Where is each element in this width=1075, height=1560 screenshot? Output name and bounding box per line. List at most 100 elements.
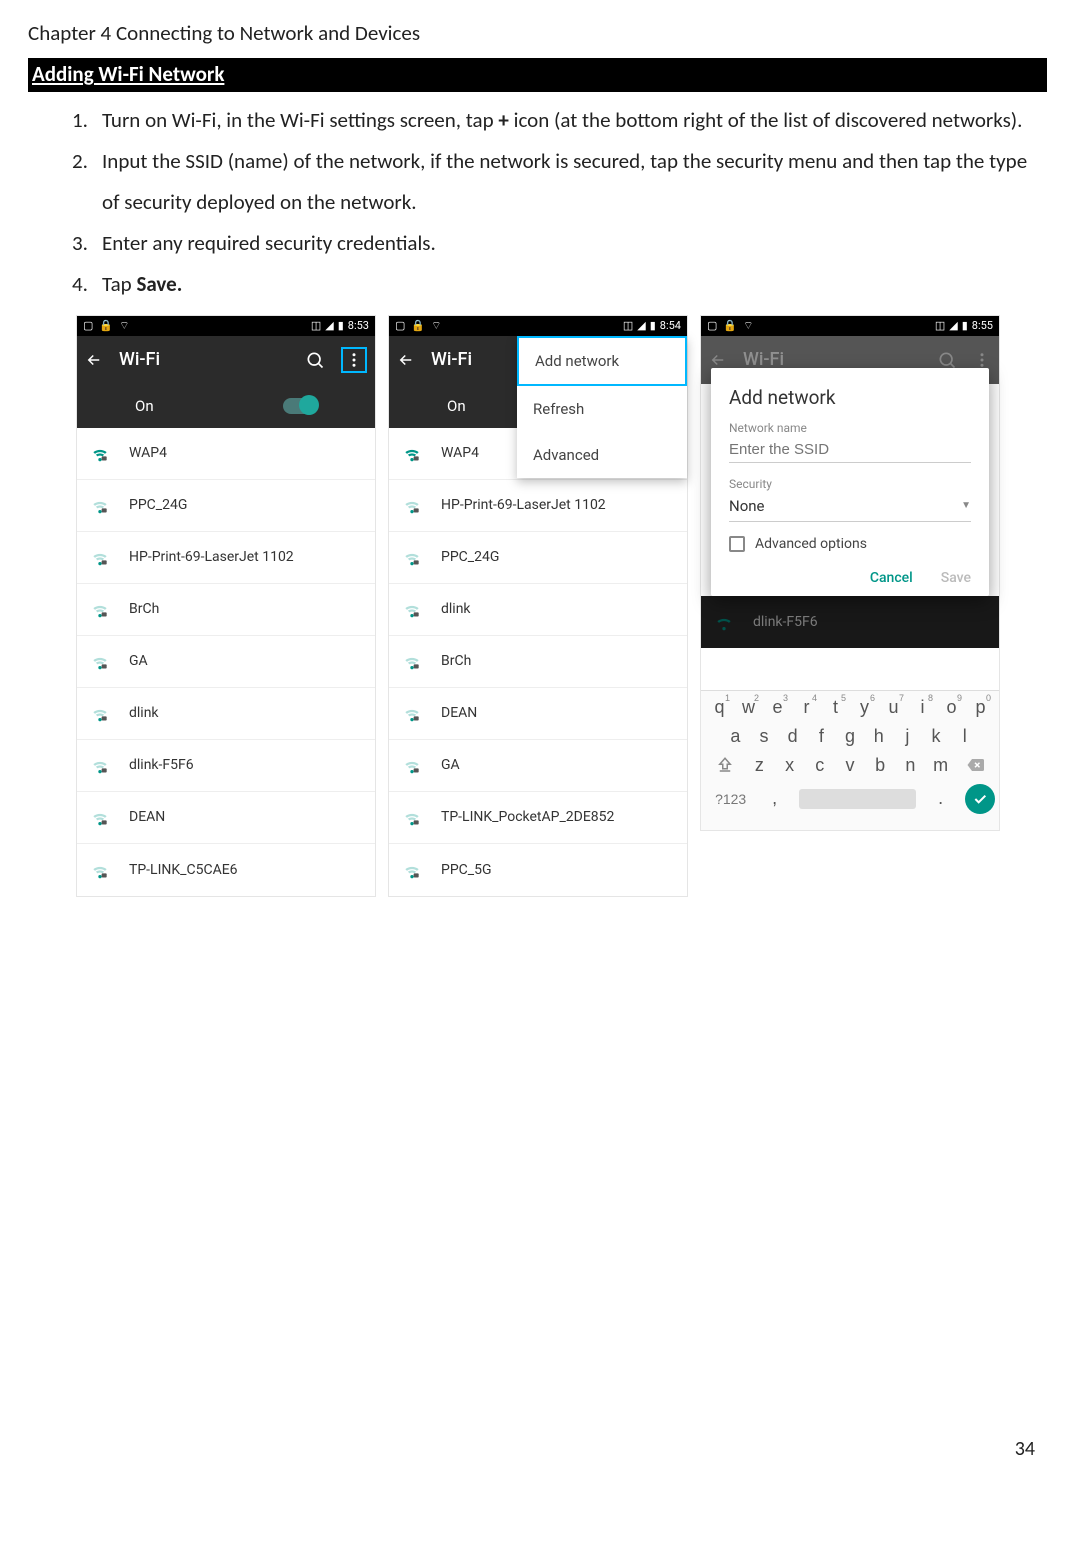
key-z[interactable]: z [744, 755, 774, 776]
key-v[interactable]: v [835, 755, 865, 776]
key-d[interactable]: d [778, 726, 807, 747]
symbols-key[interactable]: ?123 [705, 791, 756, 807]
key-t[interactable]: t5 [821, 697, 850, 718]
network-item[interactable]: GA [77, 636, 375, 688]
network-item[interactable]: PPC_5G [389, 844, 687, 896]
dialog-title: Add network [729, 386, 971, 409]
network-item[interactable]: GA [389, 740, 687, 792]
key-w[interactable]: w2 [734, 697, 763, 718]
menu-add-network[interactable]: Add network [517, 336, 687, 386]
security-dropdown[interactable]: None ▼ [729, 493, 971, 522]
key-j[interactable]: j [893, 726, 922, 747]
overflow-menu-icon [973, 351, 991, 369]
key-u[interactable]: u7 [879, 697, 908, 718]
key-a[interactable]: a [721, 726, 750, 747]
space-key[interactable] [799, 789, 916, 809]
advanced-options-row[interactable]: Advanced options [729, 536, 971, 552]
back-icon[interactable] [85, 351, 103, 369]
wifi-status-icon: ⌔ [119, 319, 129, 333]
wifi-icon [401, 755, 423, 775]
network-item[interactable]: dlink-F5F6 [77, 740, 375, 792]
key-n[interactable]: n [895, 755, 925, 776]
network-list: WAP4 PPC_24G HP-Print-69-LaserJet 1102 BrCh… [77, 428, 375, 896]
vibrate-icon: ◫ [935, 319, 945, 332]
back-icon[interactable] [397, 351, 415, 369]
clock: 8:55 [972, 319, 993, 332]
key-r[interactable]: r4 [792, 697, 821, 718]
overflow-menu-icon[interactable] [341, 347, 367, 373]
wifi-icon [401, 860, 423, 880]
status-bar: ▢🔒⌔ ◫◢▮8:54 [389, 316, 687, 336]
key-c[interactable]: c [805, 755, 835, 776]
security-label: Security [729, 477, 971, 491]
comma-key[interactable]: , [756, 788, 793, 809]
key-o[interactable]: o9 [937, 697, 966, 718]
key-m[interactable]: m [925, 755, 955, 776]
cancel-button[interactable]: Cancel [870, 570, 913, 586]
network-item[interactable]: HP-Print-69-LaserJet 1102 [77, 532, 375, 584]
dimmed-network-row: dlink-F5F6 [701, 596, 999, 648]
key-f[interactable]: f [807, 726, 836, 747]
key-x[interactable]: x [774, 755, 804, 776]
network-item[interactable]: PPC_24G [389, 532, 687, 584]
wifi-on-label: On [135, 397, 154, 415]
step-4: 4. Tap Save. [72, 264, 1047, 305]
network-item[interactable]: DEAN [77, 792, 375, 844]
key-s[interactable]: s [750, 726, 779, 747]
menu-refresh[interactable]: Refresh [517, 386, 687, 432]
network-item[interactable]: DEAN [389, 688, 687, 740]
key-h[interactable]: h [864, 726, 893, 747]
wifi-icon [89, 443, 111, 463]
key-k[interactable]: k [922, 726, 951, 747]
network-item[interactable]: TP-LINK_C5CAE6 [77, 844, 375, 896]
wifi-icon [401, 807, 423, 827]
key-e[interactable]: e3 [763, 697, 792, 718]
key-q[interactable]: q1 [705, 697, 734, 718]
wifi-toggle-row: On [77, 384, 375, 428]
wifi-toggle[interactable] [283, 398, 317, 414]
key-p[interactable]: p0 [966, 697, 995, 718]
enter-key[interactable] [965, 784, 995, 814]
shift-key[interactable] [705, 756, 744, 774]
wifi-icon [89, 547, 111, 567]
wifi-icon [401, 443, 423, 463]
network-item[interactable]: dlink [389, 584, 687, 636]
page-number: 34 [28, 1437, 1047, 1461]
screenshot-icon: ▢ [395, 319, 405, 333]
key-g[interactable]: g [836, 726, 865, 747]
period-key[interactable]: . [922, 788, 959, 809]
soft-keyboard[interactable]: q1w2e3r4t5y6u7i8o9p0 asdfghjkl zxcvbnm ?… [701, 690, 999, 830]
wifi-icon [89, 807, 111, 827]
key-b[interactable]: b [865, 755, 895, 776]
wifi-on-label: On [447, 397, 466, 415]
wifi-icon [89, 755, 111, 775]
network-item[interactable]: BrCh [77, 584, 375, 636]
step-2: 2. Input the SSID (name) of the network,… [72, 141, 1047, 223]
network-item[interactable]: HP-Print-69-LaserJet 1102 [389, 480, 687, 532]
screenshot-1: ▢🔒⌔ ◫◢▮8:53 Wi-Fi On WAP4PPC_24GHP-Print… [76, 315, 376, 897]
network-item[interactable]: WAP4 [77, 428, 375, 480]
network-name: TP-LINK_PocketAP_2DE852 [441, 809, 614, 825]
network-item[interactable]: TP-LINK_PocketAP_2DE852 [389, 792, 687, 844]
key-y[interactable]: y6 [850, 697, 879, 718]
app-bar: Wi-Fi [77, 336, 375, 384]
advanced-checkbox[interactable] [729, 536, 745, 552]
wifi-status-icon: ⌔ [743, 319, 753, 333]
menu-advanced[interactable]: Advanced [517, 432, 687, 478]
network-name: PPC_24G [129, 497, 187, 513]
network-item[interactable]: BrCh [389, 636, 687, 688]
key-i[interactable]: i8 [908, 697, 937, 718]
search-icon[interactable] [305, 350, 325, 370]
key-l[interactable]: l [950, 726, 979, 747]
network-name: DEAN [441, 705, 477, 721]
step-1: 1. Turn on Wi-Fi, in the Wi-Fi settings … [72, 100, 1047, 141]
network-name: BrCh [129, 601, 159, 617]
save-button[interactable]: Save [941, 570, 971, 586]
network-name: TP-LINK_C5CAE6 [129, 862, 238, 878]
backspace-key[interactable] [956, 756, 995, 774]
ssid-input[interactable] [729, 437, 971, 463]
network-item[interactable]: PPC_24G [77, 480, 375, 532]
network-item[interactable]: dlink [77, 688, 375, 740]
step-3: 3. Enter any required security credentia… [72, 223, 1047, 264]
vibrate-icon: ◫ [623, 319, 633, 332]
